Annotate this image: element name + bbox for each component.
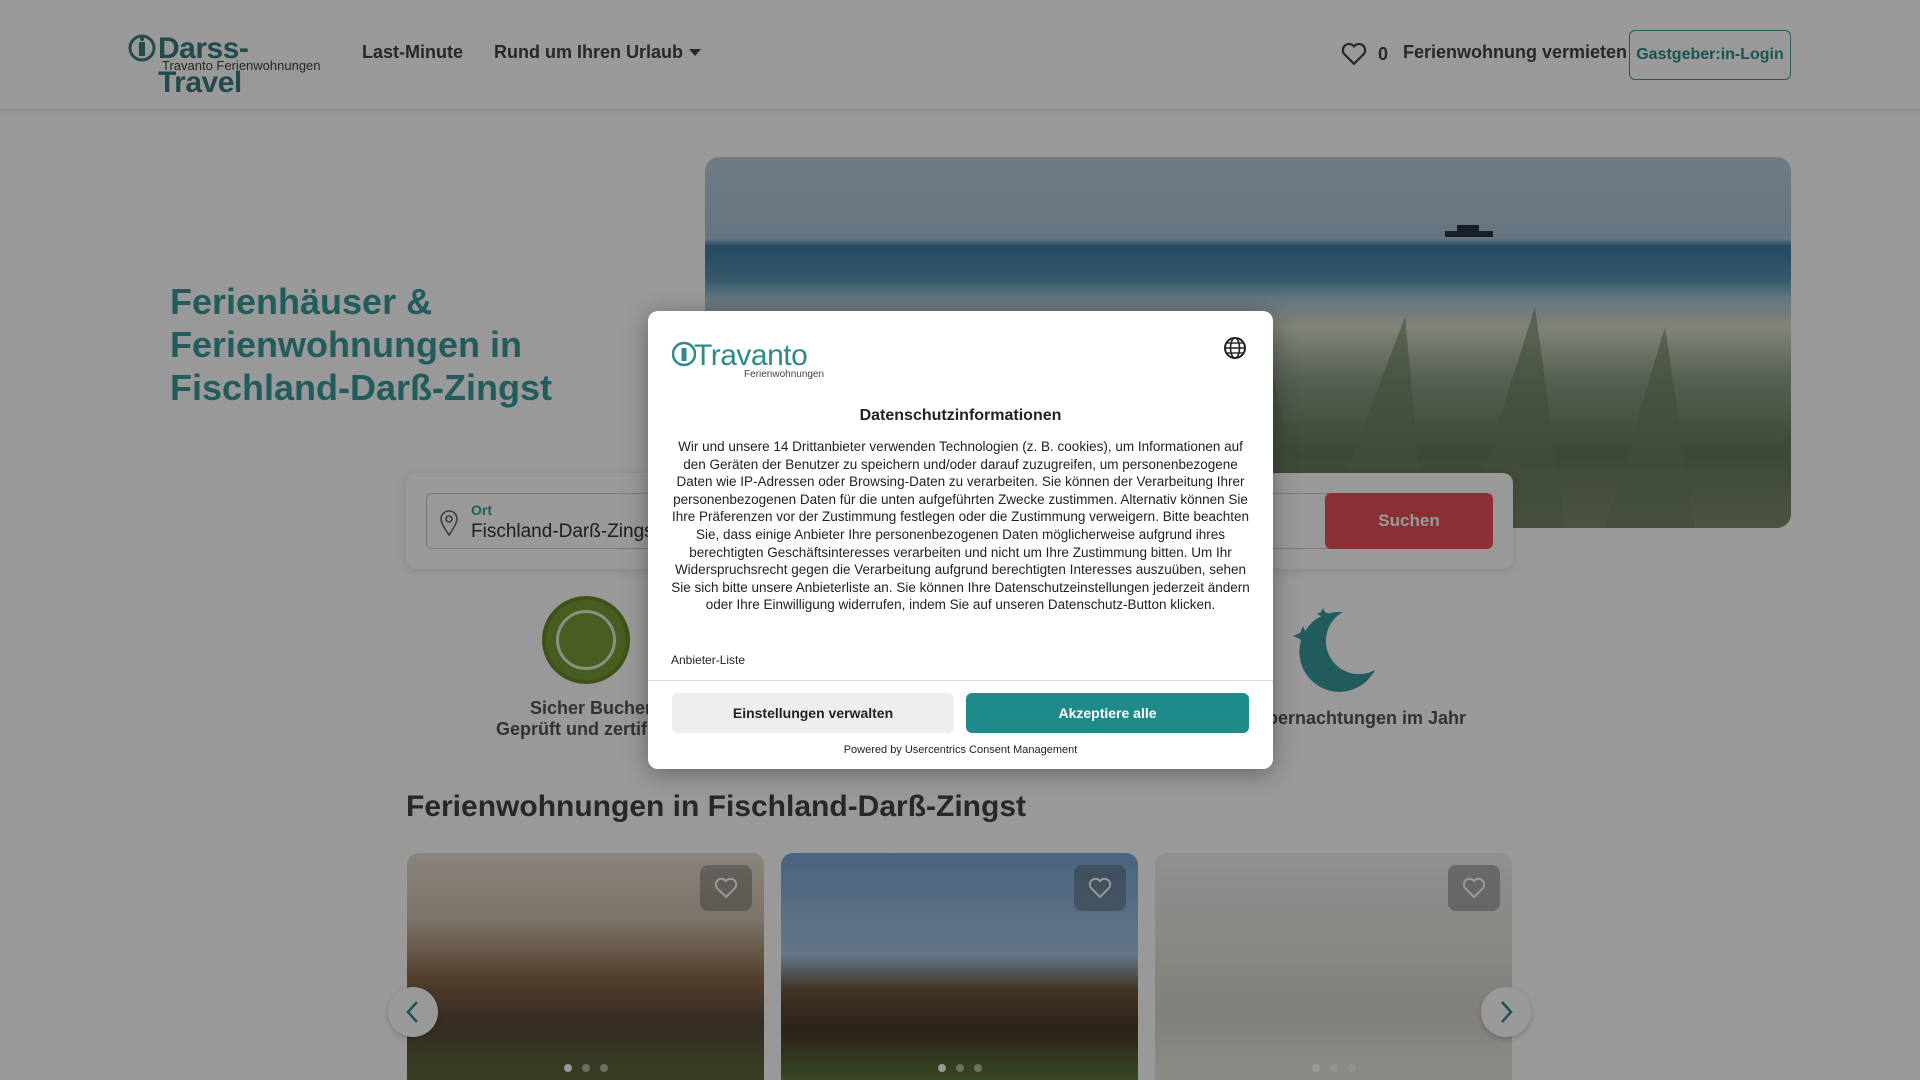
consent-title: Datenschutzinformationen	[859, 407, 1062, 424]
accept-all-button[interactable]: Akzeptiere alle	[966, 693, 1249, 733]
powered-by-text: Powered by Usercentrics Consent Manageme…	[843, 744, 1078, 756]
travanto-logo-subtext: Ferienwohnungen	[744, 369, 825, 380]
anbieter-liste-link[interactable]: Anbieter-Liste	[671, 653, 745, 667]
consent-text: Wir und unsere 14 Drittanbieter verwende…	[671, 439, 1250, 613]
manage-settings-button[interactable]: Einstellungen verwalten	[672, 693, 954, 733]
travanto-logo: Travanto Ferienwohnungen	[672, 339, 825, 381]
globe-language-icon[interactable]	[1223, 336, 1247, 360]
divider	[648, 680, 1273, 681]
lighthouse-icon	[672, 341, 696, 367]
consent-dialog: Travanto Ferienwohnungen Datenschutzinfo…	[648, 311, 1273, 769]
travanto-logo-text: Travanto	[694, 339, 808, 372]
